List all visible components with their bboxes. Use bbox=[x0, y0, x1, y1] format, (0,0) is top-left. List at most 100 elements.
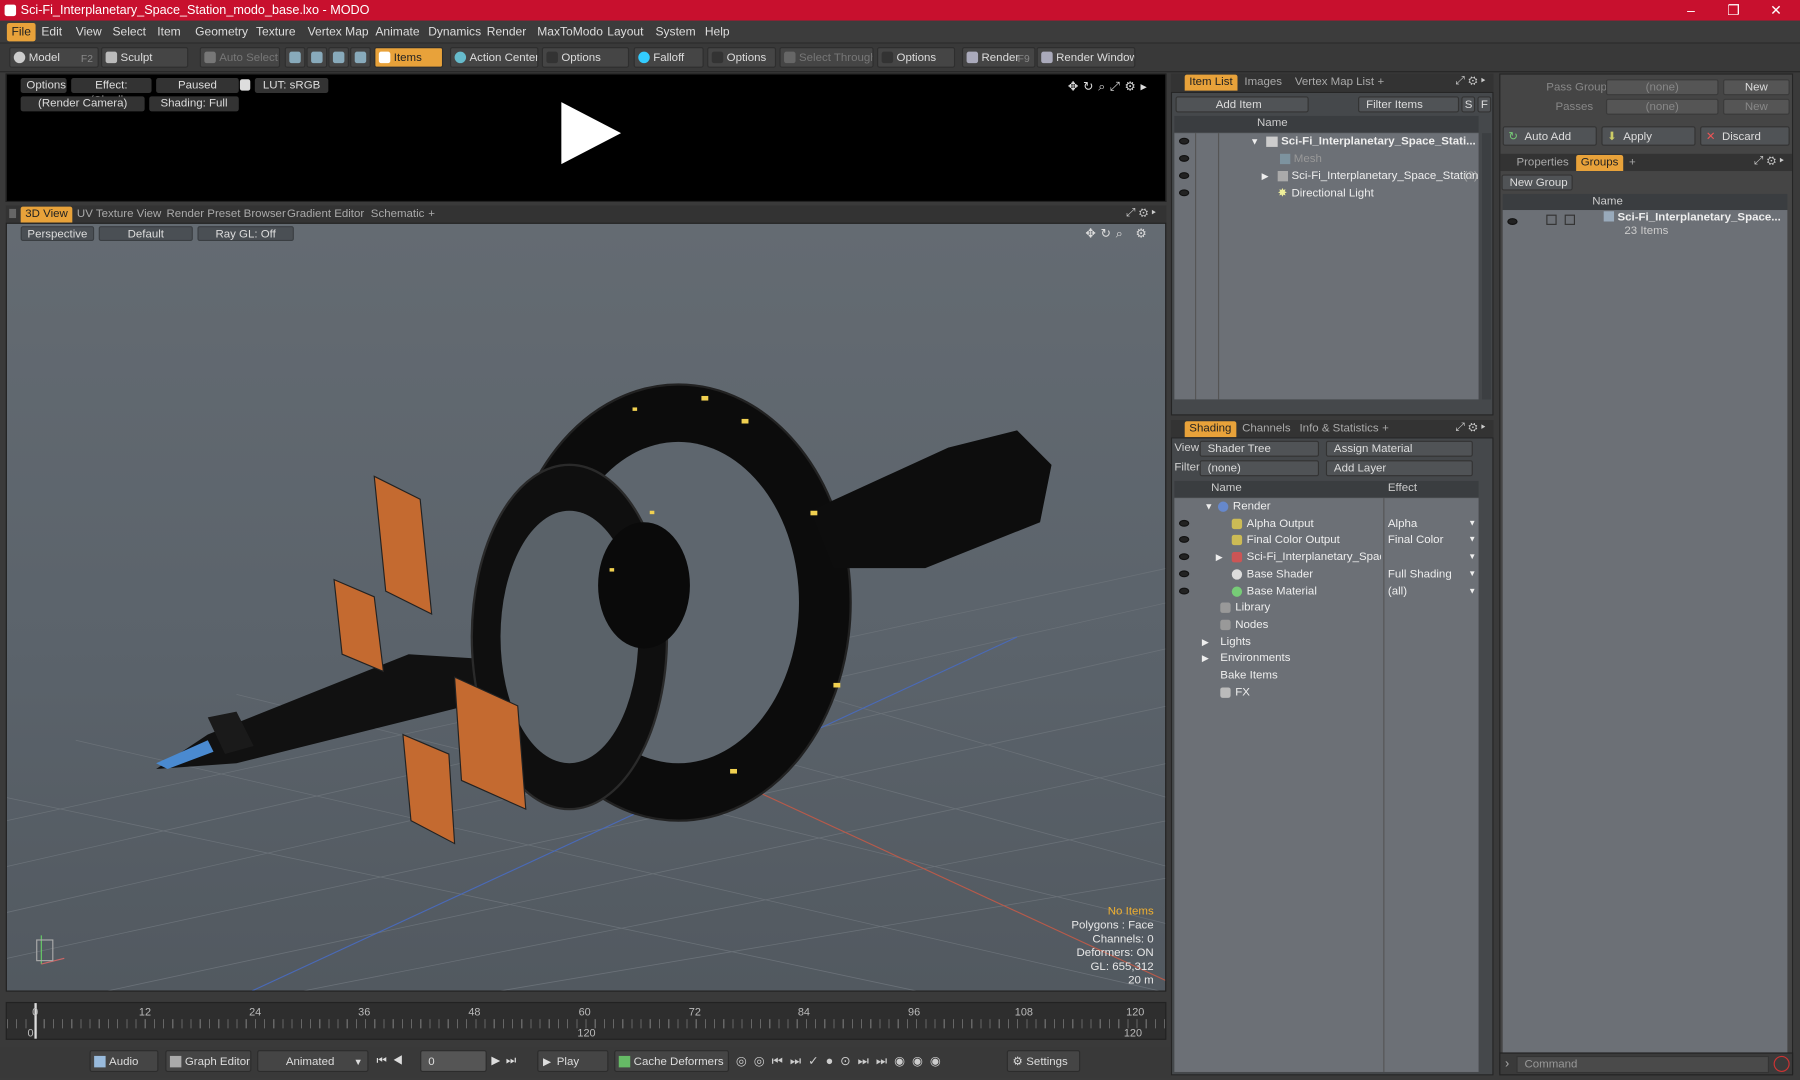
shader-row[interactable]: Nodes bbox=[1174, 616, 1478, 633]
eye-icon[interactable] bbox=[1178, 570, 1190, 578]
menu-view[interactable]: View bbox=[71, 23, 106, 41]
s-button[interactable]: S bbox=[1461, 96, 1476, 113]
tab-render-preset-browser[interactable]: Render Preset Browser bbox=[162, 207, 290, 223]
shader-row[interactable]: Base Material (all) ▼ bbox=[1174, 582, 1478, 599]
chevron-down-icon[interactable]: ▼ bbox=[1468, 532, 1476, 549]
new-pass-button[interactable]: New bbox=[1723, 98, 1790, 115]
shader-row[interactable]: ▶ Environments bbox=[1174, 650, 1478, 667]
view-dropdown[interactable]: Shader Tree bbox=[1199, 440, 1320, 457]
tab-item-list[interactable]: Item List bbox=[1184, 74, 1238, 91]
expand-arrow-icon[interactable]: ▶ bbox=[1262, 168, 1269, 185]
eye-icon[interactable] bbox=[1178, 519, 1190, 527]
preview-effect-dropdown[interactable]: Effect: (Shadi... bbox=[71, 78, 152, 107]
select-through-options-button[interactable]: Options bbox=[877, 47, 956, 68]
tab-gradient-editor[interactable]: Gradient Editor bbox=[282, 207, 368, 223]
edges-mode-button[interactable] bbox=[306, 47, 328, 68]
checkbox-icon[interactable] bbox=[1564, 214, 1576, 225]
tab-3d-view[interactable]: 3D View bbox=[20, 206, 73, 223]
frame-input[interactable]: 0 bbox=[420, 1050, 487, 1072]
menu-help[interactable]: Help bbox=[700, 23, 734, 41]
polygons-mode-button[interactable] bbox=[328, 47, 349, 68]
preview-paused-button[interactable]: Paused bbox=[156, 78, 239, 93]
auto-select-button[interactable]: Auto Select bbox=[199, 47, 281, 68]
shader-row[interactable]: Final Color Output Final Color ▼ bbox=[1174, 532, 1478, 549]
cache-deformers-button[interactable]: Cache Deformers bbox=[614, 1050, 729, 1072]
menu-select[interactable]: Select bbox=[108, 23, 151, 41]
model-mode-button[interactable]: Model F2 bbox=[9, 47, 99, 68]
render-button[interactable]: Render F9 bbox=[961, 47, 1036, 68]
vertices-mode-button[interactable] bbox=[284, 47, 306, 68]
tab-properties[interactable]: Properties bbox=[1512, 155, 1574, 171]
eye-icon[interactable] bbox=[1178, 553, 1190, 561]
panel-controls-icon[interactable]: ⤢⚙▸ bbox=[1126, 207, 1159, 220]
render-preview[interactable]: Options Effect: (Shadi... Paused LUT: sR… bbox=[5, 73, 1167, 202]
chevron-down-icon[interactable]: ▼ bbox=[1468, 515, 1476, 532]
checkbox-icon[interactable] bbox=[1546, 214, 1557, 225]
shader-row[interactable]: Base Shader Full Shading ▼ bbox=[1174, 566, 1478, 583]
menu-edit[interactable]: Edit bbox=[37, 23, 67, 41]
pass-groups-dropdown[interactable]: (none) bbox=[1605, 79, 1719, 96]
eye-icon[interactable] bbox=[1178, 189, 1190, 197]
chevron-down-icon[interactable]: ▼ bbox=[1468, 549, 1476, 566]
chevron-down-icon[interactable]: ▼ bbox=[1468, 582, 1476, 599]
add-tab-button[interactable]: + bbox=[424, 207, 440, 223]
falloff-options-button[interactable]: Options bbox=[707, 47, 777, 68]
tab-images[interactable]: Images bbox=[1240, 75, 1287, 91]
preview-options-button[interactable]: Options bbox=[20, 78, 67, 93]
camera-dropdown[interactable]: (Render Camera) bbox=[20, 96, 145, 112]
menu-render[interactable]: Render bbox=[482, 23, 531, 41]
layer-effect[interactable]: Full Shading bbox=[1388, 566, 1452, 583]
group-row[interactable]: Sci-Fi_Interplanetary_Space... 23 Items bbox=[1503, 211, 1788, 241]
menu-texture[interactable]: Texture bbox=[251, 23, 300, 41]
menu-vertex-map[interactable]: Vertex Map bbox=[303, 23, 373, 41]
preview-nav-icons[interactable]: ✥↻⌕⤢⚙▸ bbox=[1068, 79, 1152, 95]
menu-system[interactable]: System bbox=[651, 23, 700, 41]
action-center-options-button[interactable]: Options bbox=[541, 47, 630, 68]
sculpt-mode-button[interactable]: Sculpt bbox=[101, 47, 189, 68]
itemlist-scrollbar[interactable] bbox=[1482, 133, 1492, 400]
tab-channels[interactable]: Channels bbox=[1238, 421, 1296, 437]
key-tools-icons[interactable]: ◎◎⏮⏭✓●⊙⏭⏭◉◉◉ bbox=[736, 1054, 948, 1070]
skip-forward-icons[interactable]: ▶⏭ bbox=[491, 1055, 522, 1068]
animated-dropdown[interactable]: Animated ▼ bbox=[257, 1050, 369, 1072]
play-button[interactable]: ▶ Play bbox=[537, 1050, 609, 1072]
layer-effect[interactable]: (all) bbox=[1388, 582, 1407, 599]
expand-arrow-icon[interactable]: ▶ bbox=[1202, 633, 1209, 650]
shader-row[interactable]: ▶ Lights bbox=[1174, 633, 1478, 650]
graph-editor-button[interactable]: Graph Editor bbox=[165, 1050, 252, 1072]
record-icon[interactable] bbox=[1773, 1055, 1790, 1072]
layer-effect[interactable]: Final Color bbox=[1388, 532, 1444, 549]
expand-arrow-icon[interactable]: ▼ bbox=[1204, 498, 1213, 515]
shader-row[interactable]: FX bbox=[1174, 684, 1478, 701]
action-center-button[interactable]: Action Center bbox=[450, 47, 539, 68]
falloff-button[interactable]: Falloff bbox=[633, 47, 704, 68]
add-item-dropdown[interactable]: Add Item bbox=[1175, 96, 1309, 113]
tab-uv-texture-view[interactable]: UV Texture View bbox=[72, 207, 166, 223]
tab-groups[interactable]: Groups bbox=[1576, 154, 1623, 172]
layer-effect[interactable]: Alpha bbox=[1388, 515, 1417, 532]
assign-material-button[interactable]: Assign Material bbox=[1325, 440, 1473, 457]
filter-items-input[interactable]: Filter Items bbox=[1358, 96, 1460, 113]
panel-controls-icon[interactable]: ⤢⚙▸ bbox=[1456, 421, 1489, 434]
shader-row[interactable]: Alpha Output Alpha ▼ bbox=[1174, 515, 1478, 532]
tree-row-light[interactable]: ✸ Directional Light bbox=[1174, 185, 1478, 202]
menu-dynamics[interactable]: Dynamics bbox=[424, 23, 486, 41]
shader-row[interactable]: ▶ Sci-Fi_Interplanetary_Spac... ▼ bbox=[1174, 549, 1478, 566]
shader-row[interactable]: Bake Items bbox=[1174, 667, 1478, 684]
new-group-button[interactable]: New Group bbox=[1501, 174, 1573, 191]
tree-row-group[interactable]: ▶ Sci-Fi_Interplanetary_Space_Station (2) bbox=[1174, 168, 1478, 185]
play-icon[interactable] bbox=[561, 102, 622, 165]
chevron-down-icon[interactable]: ▼ bbox=[1468, 566, 1476, 583]
tab-schematic[interactable]: Schematic bbox=[366, 207, 429, 223]
items-mode-button[interactable]: Items bbox=[374, 47, 444, 68]
shader-row[interactable]: ▼ Render bbox=[1174, 498, 1478, 515]
tab-vertex-map-list[interactable]: Vertex Map List bbox=[1290, 75, 1378, 91]
passes-dropdown[interactable]: (none) bbox=[1605, 98, 1719, 115]
add-tab-button[interactable]: + bbox=[1373, 75, 1389, 91]
new-pass-group-button[interactable]: New bbox=[1723, 79, 1790, 96]
timeline[interactable]: 0 12 24 36 48 60 72 84 96 108 120 0 120 … bbox=[5, 1001, 1167, 1040]
eye-icon[interactable] bbox=[1178, 137, 1190, 145]
apply-button[interactable]: ⬇ Apply bbox=[1601, 126, 1696, 146]
menu-geometry[interactable]: Geometry bbox=[191, 23, 253, 41]
filter-dropdown[interactable]: (none) bbox=[1199, 460, 1320, 477]
